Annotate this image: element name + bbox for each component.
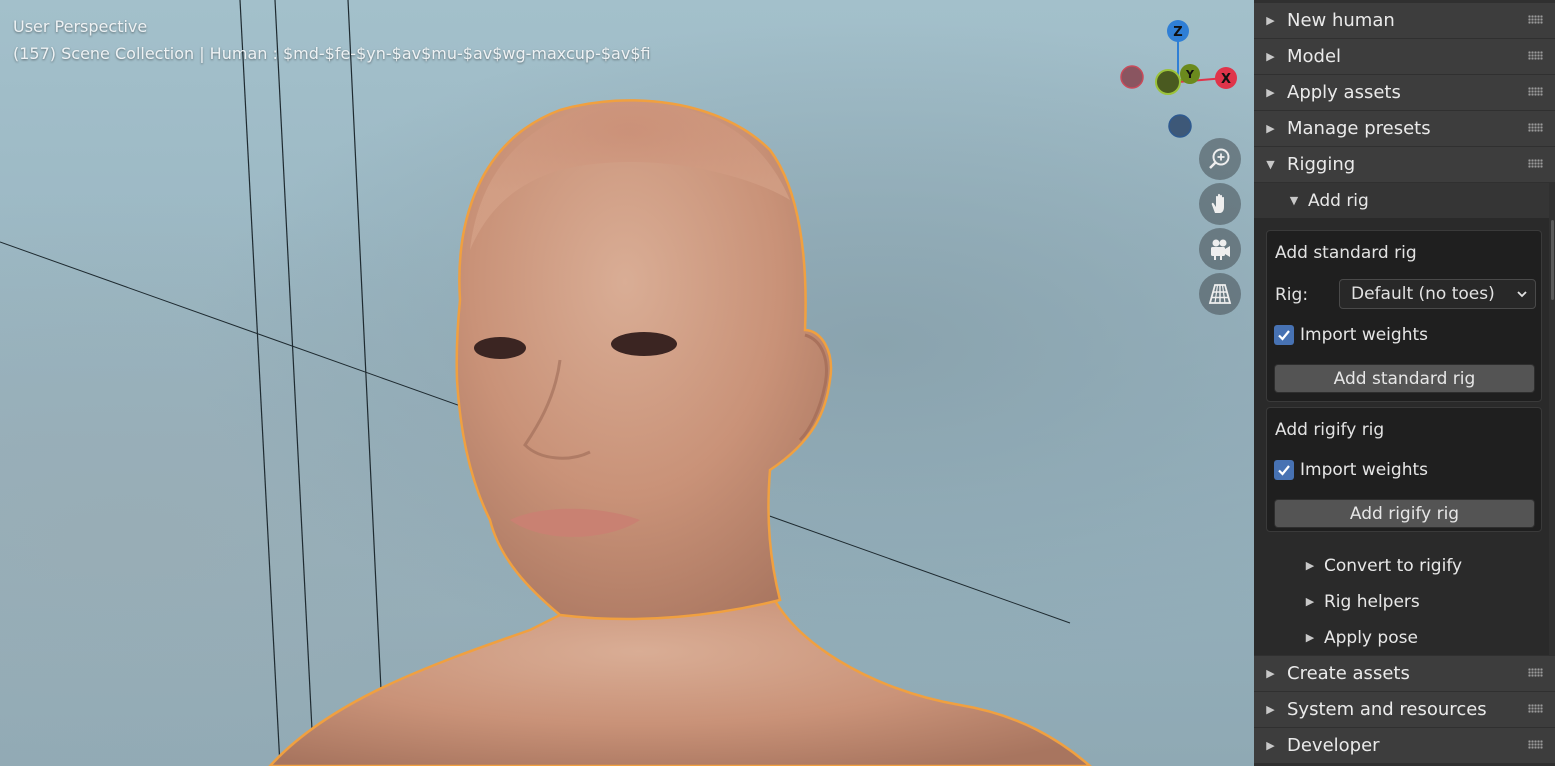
section-label: Apply assets bbox=[1287, 82, 1401, 103]
sidebar-panel: ▶ New human ▶ Model ▶ Apply assets ▶ Man… bbox=[1254, 0, 1555, 766]
rig-type-select[interactable]: Default (no toes) bbox=[1339, 279, 1536, 309]
section-label: Manage presets bbox=[1287, 118, 1431, 139]
expand-arrow-icon: ▶ bbox=[1266, 50, 1275, 63]
import-weights-checkbox[interactable] bbox=[1274, 325, 1294, 345]
import-weights-label: Import weights bbox=[1300, 460, 1428, 480]
section-label: New human bbox=[1287, 10, 1395, 31]
collapse-arrow-icon: ▼ bbox=[1266, 158, 1275, 171]
x-axis-label: X bbox=[1221, 72, 1231, 87]
section-label: Rigging bbox=[1287, 154, 1356, 175]
y-axis-label: Y bbox=[1185, 68, 1195, 81]
checkmark-icon bbox=[1278, 465, 1290, 476]
section-model[interactable]: ▶ Model bbox=[1254, 39, 1555, 74]
collapse-arrow-icon: ▼ bbox=[1289, 194, 1299, 207]
import-weights-label: Import weights bbox=[1300, 325, 1428, 345]
drag-grip-icon[interactable] bbox=[1528, 668, 1543, 677]
hand-pan-icon bbox=[1211, 193, 1224, 213]
drag-grip-icon[interactable] bbox=[1528, 15, 1543, 24]
view-mode-label: User Perspective bbox=[13, 17, 148, 36]
standard-import-weights-row[interactable]: Import weights bbox=[1274, 325, 1428, 345]
rigify-rig-box: Add rigify rig Import weights Add rigify… bbox=[1266, 407, 1542, 532]
section-label: System and resources bbox=[1287, 699, 1487, 720]
drag-grip-icon[interactable] bbox=[1528, 87, 1543, 96]
rigify-rig-title: Add rigify rig bbox=[1275, 420, 1385, 440]
expand-arrow-icon: ▶ bbox=[1266, 667, 1275, 680]
expand-arrow-icon: ▶ bbox=[1266, 739, 1275, 752]
grid-perspective-icon bbox=[1208, 284, 1232, 304]
expand-arrow-icon: ▶ bbox=[1266, 122, 1275, 135]
subsection-label: Apply pose bbox=[1324, 627, 1418, 648]
expand-arrow-icon: ▶ bbox=[1266, 703, 1275, 716]
subsection-label: Add rig bbox=[1308, 190, 1369, 211]
standard-rig-title: Add standard rig bbox=[1275, 243, 1417, 263]
import-weights-checkbox[interactable] bbox=[1274, 460, 1294, 480]
subsection-label: Rig helpers bbox=[1324, 591, 1420, 612]
expand-arrow-icon: ▶ bbox=[1305, 631, 1315, 644]
section-rigging[interactable]: ▼ Rigging bbox=[1254, 147, 1555, 182]
standard-rig-box: Add standard rig Rig: Default (no toes) … bbox=[1266, 230, 1542, 402]
section-create-assets[interactable]: ▶ Create assets bbox=[1254, 656, 1555, 691]
human-model[interactable] bbox=[0, 0, 1254, 766]
expand-arrow-icon: ▶ bbox=[1305, 559, 1315, 572]
drag-grip-icon[interactable] bbox=[1528, 123, 1543, 132]
zoom-button[interactable] bbox=[1199, 138, 1241, 180]
neg-z-axis-handle[interactable] bbox=[1168, 114, 1192, 138]
section-system-and-resources[interactable]: ▶ System and resources bbox=[1254, 692, 1555, 727]
neg-y-axis-handle[interactable] bbox=[1155, 69, 1181, 95]
section-developer[interactable]: ▶ Developer bbox=[1254, 728, 1555, 763]
section-new-human[interactable]: ▶ New human bbox=[1254, 3, 1555, 38]
drag-grip-icon[interactable] bbox=[1528, 159, 1543, 168]
3d-viewport[interactable]: User Perspective (157) Scene Collection … bbox=[0, 0, 1254, 766]
section-manage-presets[interactable]: ▶ Manage presets bbox=[1254, 111, 1555, 146]
section-label: Model bbox=[1287, 46, 1342, 67]
subsection-convert-to-rigify[interactable]: ▶ Convert to rigify bbox=[1254, 548, 1549, 583]
section-label: Developer bbox=[1287, 735, 1380, 756]
orientation-gizmo[interactable]: Z Y X bbox=[1110, 14, 1250, 144]
add-rigify-rig-button[interactable]: Add rigify rig bbox=[1274, 499, 1535, 528]
expand-arrow-icon: ▶ bbox=[1266, 14, 1275, 27]
pan-button[interactable] bbox=[1199, 183, 1241, 225]
zoom-icon bbox=[1209, 148, 1230, 169]
camera-icon bbox=[1211, 239, 1230, 260]
drag-grip-icon[interactable] bbox=[1528, 704, 1543, 713]
add-standard-rig-button[interactable]: Add standard rig bbox=[1274, 364, 1535, 393]
rigify-import-weights-row[interactable]: Import weights bbox=[1274, 460, 1428, 480]
section-label: Create assets bbox=[1287, 663, 1410, 684]
drag-grip-icon[interactable] bbox=[1528, 740, 1543, 749]
expand-arrow-icon: ▶ bbox=[1305, 595, 1315, 608]
subsection-label: Convert to rigify bbox=[1324, 555, 1463, 576]
section-apply-assets[interactable]: ▶ Apply assets bbox=[1254, 75, 1555, 110]
chevron-down-icon bbox=[1517, 291, 1527, 298]
expand-arrow-icon: ▶ bbox=[1266, 86, 1275, 99]
subsection-add-rig[interactable]: ▼ Add rig bbox=[1254, 183, 1549, 218]
neg-x-axis-handle[interactable] bbox=[1120, 65, 1144, 89]
rig-label: Rig: bbox=[1275, 285, 1309, 305]
subsection-rig-helpers[interactable]: ▶ Rig helpers bbox=[1254, 584, 1549, 619]
checkmark-icon bbox=[1278, 330, 1290, 341]
camera-view-button[interactable] bbox=[1199, 228, 1241, 270]
z-axis-label: Z bbox=[1173, 25, 1182, 40]
rig-type-value: Default (no toes) bbox=[1351, 284, 1495, 304]
drag-grip-icon[interactable] bbox=[1528, 51, 1543, 60]
scene-info-label: (157) Scene Collection | Human : $md-$fe… bbox=[13, 44, 651, 63]
subsection-apply-pose[interactable]: ▶ Apply pose bbox=[1254, 620, 1549, 655]
panel-scrollbar[interactable] bbox=[1551, 220, 1554, 300]
perspective-toggle-button[interactable] bbox=[1199, 273, 1241, 315]
